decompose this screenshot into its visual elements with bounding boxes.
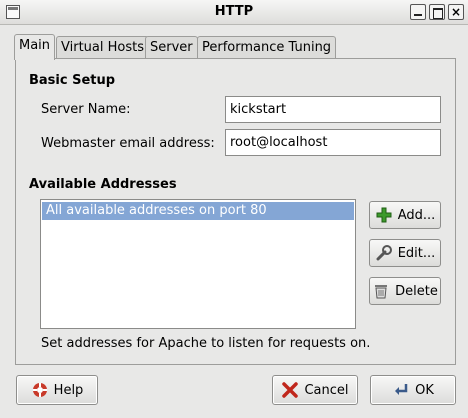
basic-setup-heading: Basic Setup (29, 73, 116, 88)
edit-address-button[interactable]: Edit... (369, 239, 441, 267)
add-address-button[interactable]: Add... (369, 201, 441, 229)
title-bar[interactable]: HTTP × (0, 0, 468, 25)
tab-main[interactable]: Main (14, 34, 56, 60)
close-button[interactable]: × (448, 4, 464, 20)
help-button-label: Help (53, 382, 84, 398)
addresses-hint: Set addresses for Apache to listen for r… (41, 336, 371, 351)
tab-performance-tuning[interactable]: Performance Tuning (197, 36, 337, 59)
server-name-field[interactable]: kickstart (225, 96, 441, 123)
help-button[interactable]: Help (16, 375, 98, 405)
tab-virtual-hosts[interactable]: Virtual Hosts (56, 36, 149, 59)
edit-button-label: Edit... (397, 245, 436, 261)
tab-server[interactable]: Server (145, 36, 198, 59)
webmaster-email-field[interactable]: root@localhost (225, 129, 441, 156)
available-addresses-heading: Available Addresses (29, 177, 177, 192)
lifebuoy-icon (31, 381, 49, 399)
webmaster-email-label: Webmaster email address: (41, 136, 215, 151)
window-title: HTTP (214, 4, 254, 19)
delete-button-label: Delete (395, 283, 438, 299)
trash-icon (372, 282, 390, 300)
cancel-x-icon (281, 381, 299, 399)
delete-address-button[interactable]: Delete (369, 277, 441, 305)
server-name-label: Server Name: (41, 102, 131, 117)
maximize-button[interactable] (429, 4, 445, 20)
plus-icon (375, 206, 393, 224)
minimize-button[interactable] (410, 4, 426, 20)
cancel-button-label: Cancel (304, 382, 349, 398)
ok-button[interactable]: OK (370, 375, 456, 405)
add-button-label: Add... (397, 207, 436, 223)
ok-button-label: OK (415, 382, 434, 398)
wrench-icon (375, 244, 393, 262)
address-list[interactable]: All available addresses on port 80 (40, 199, 356, 329)
list-item[interactable]: All available addresses on port 80 (42, 202, 354, 220)
cancel-button[interactable]: Cancel (272, 375, 358, 405)
enter-arrow-icon (392, 381, 410, 399)
